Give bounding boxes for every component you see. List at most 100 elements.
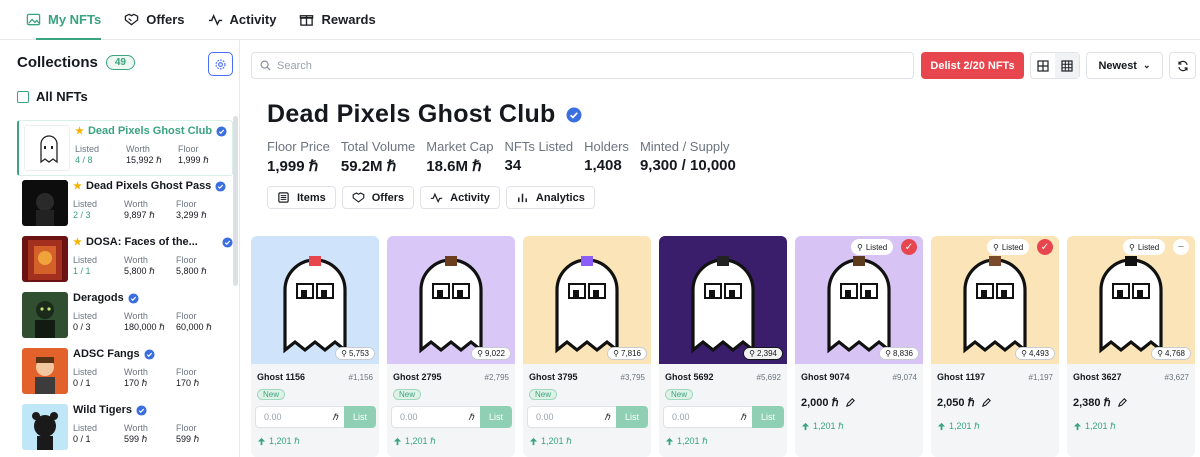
stat-minted-supply: Minted / Supply 9,300 / 10,000: [640, 139, 736, 175]
deselect-minus-icon[interactable]: −: [1173, 239, 1189, 255]
verified-icon: [144, 348, 155, 360]
worth-key: Worth: [124, 255, 148, 265]
ghost-artwork: [691, 256, 755, 354]
image-icon: [26, 13, 41, 26]
worth-value: 180,000 ℏ: [124, 322, 165, 332]
collection-item[interactable]: ★ DOSA: Faces of the... Listed 1 / 1 Worth…: [17, 232, 233, 288]
floor-key: Floor: [176, 367, 197, 377]
collection-item[interactable]: Deragods Listed 0 / 3 Worth 180,000 ℏ Floo…: [17, 288, 233, 344]
nft-card[interactable]: ⚲ 7,816 Ghost 3795 #3,795 New 0.00 ℏ List …: [523, 236, 651, 457]
small-grid-icon: [1061, 59, 1073, 72]
collection-item[interactable]: ★ Dead Pixels Ghost Pass Listed 2 / 3 Wort…: [17, 176, 233, 232]
floor-key: Floor: [176, 311, 197, 321]
stat-label: Market Cap: [426, 139, 494, 154]
view-toggle: [1030, 52, 1080, 79]
price-value: 2,050 ℏ: [937, 397, 975, 409]
ghost-artwork: [419, 256, 483, 354]
all-nfts-toggle[interactable]: All NFTs: [17, 89, 88, 104]
stat-value: 1,999 ℏ: [267, 158, 319, 175]
last-sale: 1,201 ℏ: [801, 421, 844, 432]
tab-offers[interactable]: Offers: [341, 186, 415, 209]
listed-key: Listed: [73, 255, 98, 265]
star-icon: ★: [73, 180, 82, 192]
listed-badge: ⚲ Listed: [851, 239, 894, 255]
price-input[interactable]: 0.00 ℏ: [663, 406, 755, 428]
nft-card[interactable]: ⚲ 9,022 Ghost 2795 #2,795 New 0.00 ℏ List …: [387, 236, 515, 457]
ghost-artwork: [1099, 256, 1163, 354]
floor-value: 599 ℏ: [176, 434, 200, 444]
pencil-icon[interactable]: [1117, 397, 1128, 408]
rarity-rank: 2,394: [756, 349, 777, 358]
floor-value: 170 ℏ: [176, 378, 200, 388]
selected-check-icon[interactable]: ✓: [1037, 239, 1053, 255]
tab-analytics[interactable]: Analytics: [505, 186, 595, 209]
collection-item[interactable]: ADSC Fangs Listed 0 / 1 Worth 170 ℏ Floor 1…: [17, 344, 233, 400]
price-input[interactable]: 0.00 ℏ: [255, 406, 347, 428]
selected-check-icon[interactable]: ✓: [901, 239, 917, 255]
collection-name: Dead Pixels Ghost Pass: [85, 180, 212, 192]
pencil-icon[interactable]: [845, 397, 856, 408]
listed-price: 2,050 ℏ: [937, 396, 992, 409]
collection-item[interactable]: ★ Dead Pixels Ghost Club Listed 4 / 8 Wort…: [17, 120, 233, 176]
nft-card[interactable]: ⚲ 4,493 ⚲ Listed ✓ Ghost 1197 #1,197 2,050 …: [931, 236, 1059, 457]
listed-value: 2 / 3: [73, 210, 91, 220]
nft-card[interactable]: ⚲ 2,394 Ghost 5692 #5,692 New 0.00 ℏ List …: [659, 236, 787, 457]
large-grid-view-button[interactable]: [1031, 53, 1055, 78]
listed-value: 0 / 1: [73, 378, 91, 388]
list-button[interactable]: List: [480, 406, 512, 428]
nav-activity[interactable]: Activity: [208, 0, 276, 40]
collection-settings-button[interactable]: [208, 52, 233, 76]
list-icon: [278, 192, 289, 203]
collection-item[interactable]: Wild Tigers Listed 0 / 1 Worth 599 ℏ Floor…: [17, 400, 233, 456]
worth-key: Worth: [124, 311, 148, 321]
small-grid-view-button[interactable]: [1055, 53, 1079, 78]
sort-dropdown[interactable]: Newest ⌄: [1086, 52, 1163, 79]
worth-value: 599 ℏ: [124, 434, 148, 444]
nav-rewards[interactable]: Rewards: [299, 0, 376, 40]
listed-value: 0 / 3: [73, 322, 91, 332]
activity-icon: [208, 13, 222, 26]
top-nav: My NFTs Offers Activity Rewards: [0, 0, 1200, 40]
list-button[interactable]: List: [752, 406, 784, 428]
nav-offers[interactable]: Offers: [124, 0, 185, 40]
nft-image: ⚲ 4,493 ⚲ Listed ✓: [931, 236, 1059, 364]
rarity-rank: 4,768: [1164, 349, 1185, 358]
stat-value: 18.6M ℏ: [426, 158, 482, 175]
tab-activity[interactable]: Activity: [420, 186, 500, 209]
tag-icon: ⚲: [857, 242, 863, 252]
nav-my-nfts[interactable]: My NFTs: [26, 0, 102, 40]
pencil-icon[interactable]: [981, 397, 992, 408]
toolbar: Search Delist 2/20 NFTs Newest ⌄: [251, 52, 1196, 80]
nft-card[interactable]: ⚲ 8,836 ⚲ Listed ✓ Ghost 9074 #9,074 2,000 …: [795, 236, 923, 457]
trophy-icon: ⚲: [613, 349, 619, 358]
nft-image: ⚲ 7,816: [523, 236, 651, 364]
rarity-rank-badge: ⚲ 4,768: [1151, 347, 1191, 360]
nft-card[interactable]: ⚲ 4,768 ⚲ Listed − Ghost 3627 #3,627 2,380 …: [1067, 236, 1195, 457]
search-input[interactable]: Search: [251, 52, 914, 79]
listed-label: Listed: [1137, 242, 1160, 252]
nft-image: ⚲ 9,022: [387, 236, 515, 364]
refresh-button[interactable]: [1169, 52, 1196, 79]
last-sale-icon: [937, 422, 946, 431]
tab-items[interactable]: Items: [267, 186, 336, 209]
list-button[interactable]: List: [616, 406, 648, 428]
worth-value: 9,897 ℏ: [124, 210, 155, 220]
last-sale-icon: [393, 437, 402, 446]
worth-key: Worth: [126, 144, 150, 154]
stat-market-cap: Market Cap 18.6M ℏ: [426, 139, 493, 175]
collection-name: DOSA: Faces of the...: [85, 236, 198, 248]
hbar-icon: ℏ: [740, 411, 746, 422]
all-nfts-checkbox[interactable]: [17, 90, 29, 103]
rarity-rank: 8,836: [892, 349, 913, 358]
verified-icon: [215, 180, 226, 192]
price-input[interactable]: 0.00 ℏ: [527, 406, 619, 428]
collections-title: Collections: [17, 54, 98, 71]
sidebar-scrollbar[interactable]: [233, 116, 238, 286]
listed-key: Listed: [75, 144, 100, 154]
new-badge: New: [529, 389, 558, 400]
nft-card[interactable]: ⚲ 5,753 Ghost 1156 #1,156 New 0.00 ℏ List …: [251, 236, 379, 457]
rarity-rank-badge: ⚲ 2,394: [743, 347, 783, 360]
list-button[interactable]: List: [344, 406, 376, 428]
delist-button[interactable]: Delist 2/20 NFTs: [921, 52, 1024, 79]
price-input[interactable]: 0.00 ℏ: [391, 406, 483, 428]
